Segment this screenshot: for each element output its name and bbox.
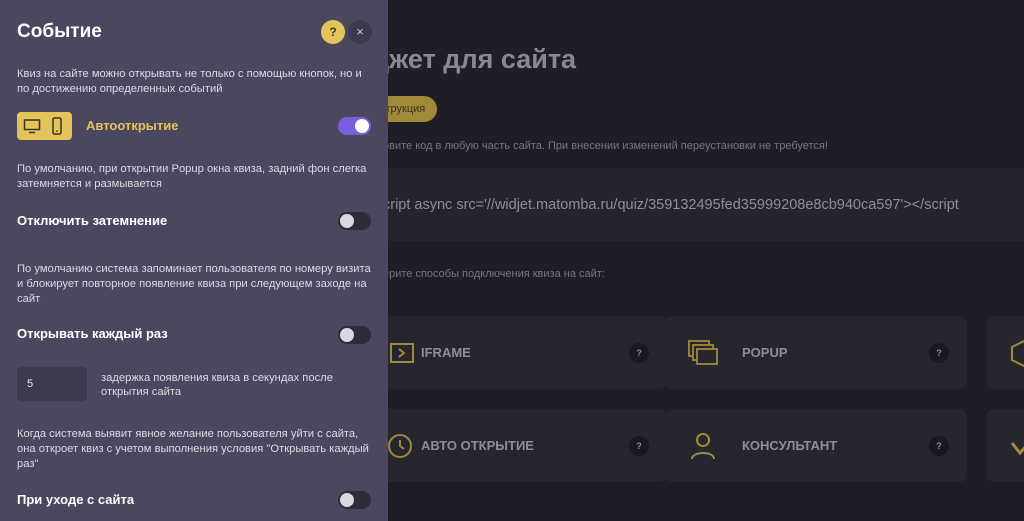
card-label: POPUP (742, 345, 788, 360)
card-auto-open[interactable]: АВТО ОТКРЫТИЕ ? (365, 409, 667, 482)
card-popup[interactable]: POPUP ? (665, 316, 967, 389)
event-panel: Событие ? × Квиз на сайте можно открыват… (0, 0, 388, 521)
card-label: КОНСУЛЬТАНТ (742, 438, 838, 453)
on-exit-label: При уходе с сайта (17, 492, 135, 507)
card-help-button[interactable]: ? (629, 436, 649, 456)
delay-input[interactable]: 5 (17, 367, 87, 401)
code-snippet[interactable]: cript async src='//widjet.matomba.ru/qui… (383, 197, 959, 213)
close-button[interactable]: × (348, 20, 372, 44)
open-every-time-toggle[interactable] (338, 326, 371, 344)
page-title: джет для сайта (372, 44, 577, 74)
card-label: АВТО ОТКРЫТИЕ (421, 438, 534, 453)
install-description: овите код в любую часть сайта. При внесе… (383, 140, 828, 152)
clock-icon (388, 434, 412, 458)
card-partial[interactable] (986, 316, 1024, 389)
delay-description: задержка появления квиза в секундах посл… (101, 372, 333, 398)
mobile-icon[interactable] (50, 117, 64, 135)
dim-description: По умолчанию, при открытии Popup окна кв… (17, 163, 367, 190)
card-help-button[interactable]: ? (929, 343, 949, 363)
intro-text: Квиз на сайте можно открывать не только … (17, 68, 362, 95)
toggle-knob (340, 328, 354, 342)
card-help-button[interactable]: ? (629, 343, 649, 363)
card-label: IFRAME (421, 345, 471, 360)
popup-windows-icon (688, 340, 718, 365)
auto-open-toggle[interactable] (338, 117, 371, 135)
card-partial-2[interactable] (986, 409, 1024, 482)
desktop-icon[interactable] (23, 117, 41, 135)
toggle-knob (340, 214, 354, 228)
toggle-knob (355, 119, 369, 133)
card-consultant[interactable]: КОНСУЛЬТАНТ ? (665, 409, 967, 482)
exit-description: Когда система выявит явное желание польз… (17, 428, 369, 470)
help-button[interactable]: ? (321, 20, 345, 44)
hexagon-icon (1011, 339, 1024, 368)
auto-open-label: Автооткрытие (86, 118, 179, 133)
check-icon (1010, 442, 1024, 456)
disable-dim-label: Отключить затемнение (17, 213, 168, 228)
connection-methods-text: ерите способы подключения квиза на сайт: (383, 268, 605, 280)
disable-dim-toggle[interactable] (338, 212, 371, 230)
remember-description: По умолчанию система запоминает пользова… (17, 263, 371, 305)
card-iframe[interactable]: IFRAME ? (365, 316, 667, 389)
card-help-button[interactable]: ? (929, 436, 949, 456)
toggle-knob (340, 493, 354, 507)
device-selector[interactable] (17, 112, 72, 140)
iframe-icon (390, 343, 414, 363)
person-icon (691, 433, 715, 460)
panel-title: Событие (17, 21, 102, 42)
open-every-time-label: Открывать каждый раз (17, 326, 168, 341)
on-exit-toggle[interactable] (338, 491, 371, 509)
